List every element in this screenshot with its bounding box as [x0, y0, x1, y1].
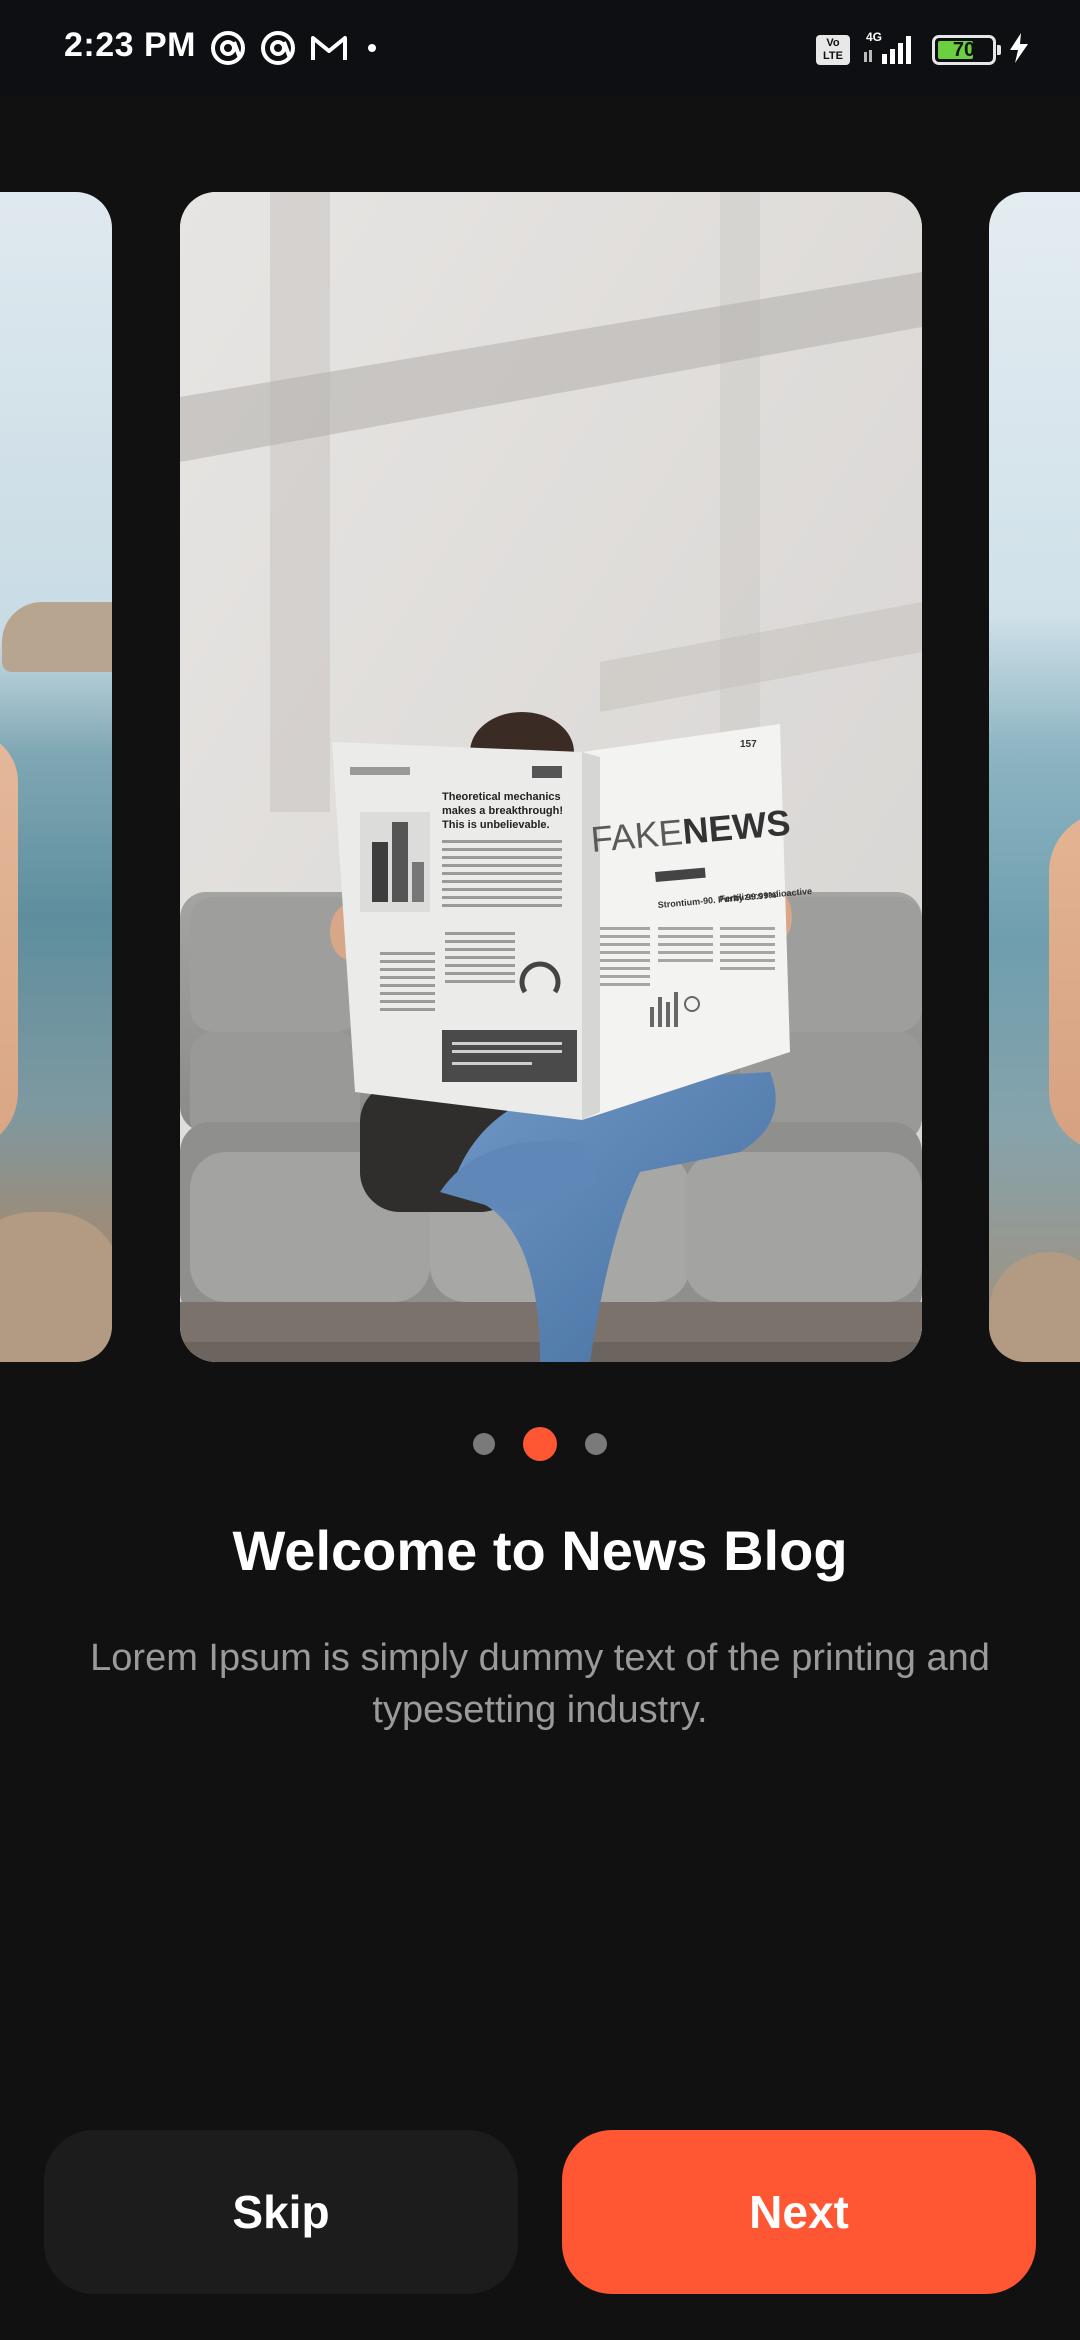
volte-icon: Vo LTE — [816, 35, 850, 65]
onboarding-description: Lorem Ipsum is simply dummy text of the … — [90, 1637, 990, 1731]
carousel-card-current[interactable]: Theoretical mechanics makes a breakthrou… — [180, 192, 922, 1362]
network-type: 4G — [866, 30, 882, 44]
system-icons: Vo LTE 4G 70 — [816, 30, 1030, 70]
at-sign-icon — [210, 30, 246, 71]
newspaper-reader-illustration: Theoretical mechanics makes a breakthrou… — [180, 192, 922, 1362]
onboarding-title: Welcome to News Blog — [232, 1519, 848, 1582]
notification-icons — [210, 30, 382, 70]
lightning-bolt-icon — [1008, 32, 1030, 69]
svg-text:makes a breakthrough!: makes a breakthrough! — [442, 805, 563, 817]
carousel-card-previous[interactable] — [0, 192, 112, 1362]
onboarding-screen: 2:23 PM Vo LTE 4G 70 Theoretical mechani… — [0, 0, 1080, 2340]
at-sign-icon — [260, 30, 296, 71]
status-bar: 2:23 PM Vo LTE 4G 70 — [0, 0, 1080, 96]
newspaper-page-number: 157 — [740, 739, 757, 750]
battery-level: 70 — [952, 39, 976, 61]
status-time: 2:23 PM — [64, 26, 196, 64]
page-indicator — [0, 1427, 1080, 1461]
gmail-icon — [310, 33, 348, 68]
svg-text:This is unbelievable.: This is unbelievable. — [442, 819, 550, 831]
page-dot-2-active[interactable] — [523, 1427, 557, 1461]
carousel-card-next[interactable] — [989, 192, 1080, 1362]
onboarding-carousel[interactable]: Theoretical mechanics makes a breakthrou… — [0, 192, 1080, 1362]
page-dot-1[interactable] — [473, 1433, 495, 1455]
battery-icon: 70 — [932, 35, 1001, 65]
skip-button[interactable]: Skip — [44, 2130, 518, 2294]
svg-text:Theoretical mechanics: Theoretical mechanics — [442, 791, 561, 803]
notification-dot-icon — [362, 38, 382, 63]
signal-icon: 4G — [862, 30, 920, 71]
page-dot-3[interactable] — [585, 1433, 607, 1455]
next-button[interactable]: Next — [562, 2130, 1036, 2294]
